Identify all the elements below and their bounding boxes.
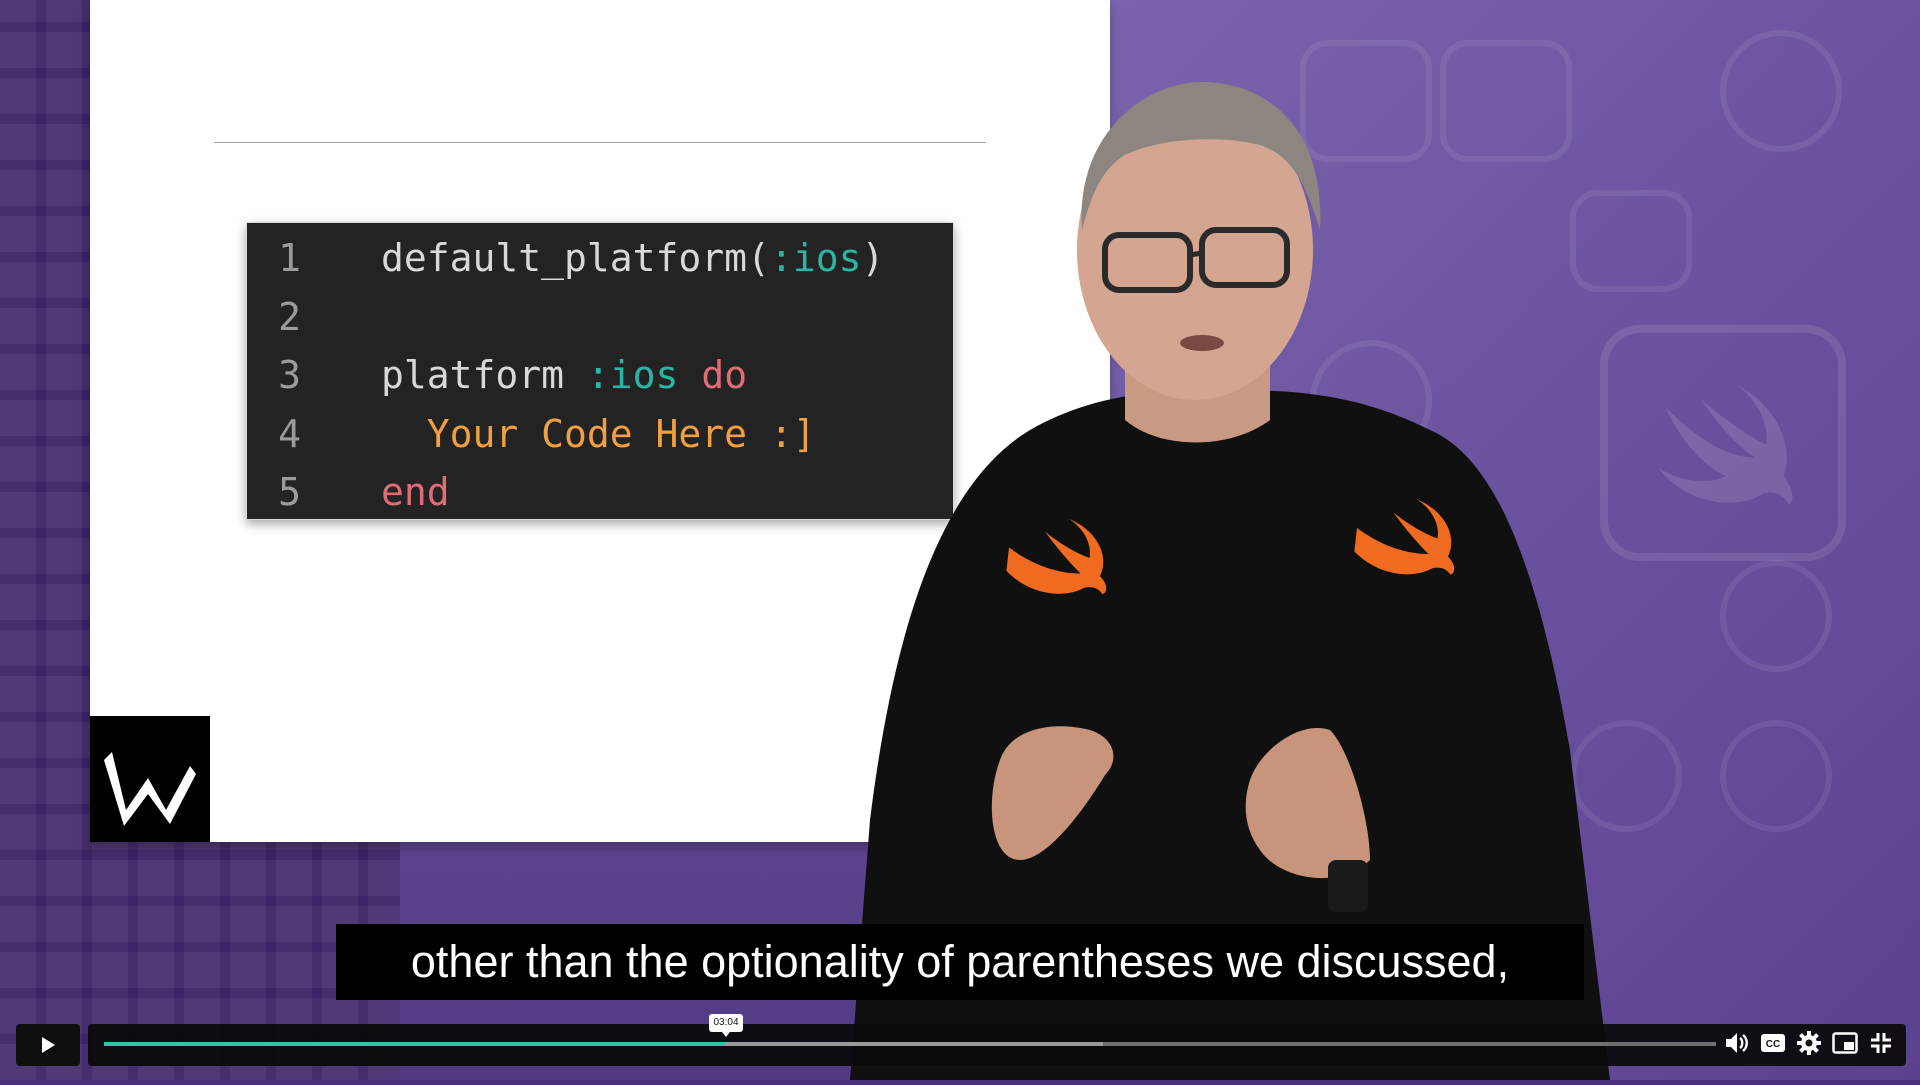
line-number: 2 <box>278 294 301 339</box>
line-number: 1 <box>278 236 301 280</box>
code-token: Your Code Here :] <box>381 411 816 456</box>
settings-icon[interactable] <box>1796 1030 1822 1056</box>
code-text: default_platform(:ios) <box>301 229 884 288</box>
code-token: :ios <box>586 353 679 397</box>
code-text: platform :ios do <box>301 346 747 405</box>
bg-eye-icon <box>1720 720 1832 832</box>
code-line: 4 Your Code Here :] <box>247 405 953 464</box>
rw-logo-icon <box>90 716 210 842</box>
swift-bird-icon <box>1658 385 1793 506</box>
code-snippet: 1 default_platform(:ios) 2 3 platform :ios d… <box>246 222 954 520</box>
progress-played <box>104 1042 725 1046</box>
line-number: 4 <box>278 411 301 456</box>
bg-clock-icon <box>1720 560 1832 672</box>
code-line: 5 end <box>247 463 953 522</box>
code-token: :ios <box>769 236 862 280</box>
presenter-mouth <box>1180 335 1224 351</box>
swift-logo-tile <box>1600 325 1846 561</box>
pip-icon[interactable] <box>1832 1030 1858 1056</box>
code-text: end <box>301 463 450 522</box>
line-number: 3 <box>278 353 301 397</box>
code-token: end <box>381 470 450 514</box>
progress-track[interactable] <box>104 1042 1716 1046</box>
rw-logo <box>90 716 210 842</box>
code-line: 2 <box>247 288 953 347</box>
code-line: 3 platform :ios do <box>247 346 953 405</box>
svg-text:CC: CC <box>1766 1039 1780 1050</box>
exit-fullscreen-icon[interactable] <box>1868 1030 1894 1056</box>
player-controls <box>0 1016 1920 1080</box>
captions-icon[interactable]: CC <box>1760 1030 1786 1056</box>
code-token: platform <box>381 353 587 397</box>
presenter-watch <box>1328 860 1368 912</box>
volume-icon[interactable] <box>1724 1030 1750 1056</box>
code-token: default_platform( <box>381 236 770 280</box>
bg-circle-icon <box>1720 30 1842 152</box>
time-tooltip: 03:04 <box>709 1014 743 1037</box>
control-icons: CC <box>1724 1030 1894 1056</box>
play-button[interactable] <box>16 1024 80 1066</box>
code-token: do <box>701 353 748 397</box>
caption-subtitle: other than the optionality of parenthese… <box>336 924 1584 1000</box>
code-line: 1 default_platform(:ios) <box>247 229 953 288</box>
line-number: 5 <box>278 470 301 514</box>
code-text: Your Code Here :] <box>301 405 816 464</box>
play-icon <box>42 1037 55 1053</box>
